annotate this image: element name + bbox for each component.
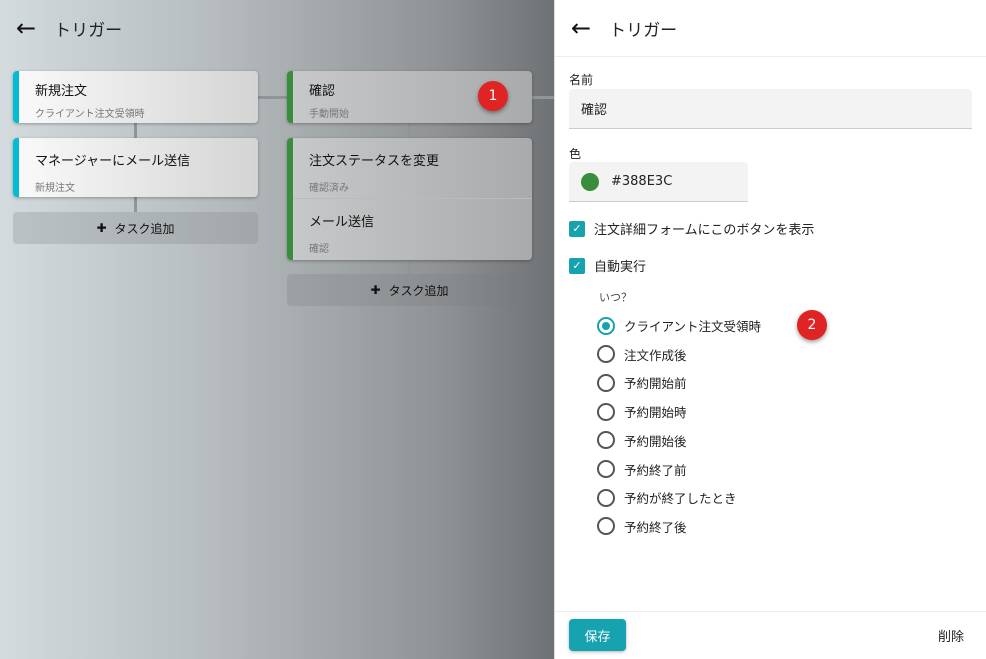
delete-button[interactable]: 削除 [938,626,964,645]
card-title: メール送信 [309,215,375,230]
panel-header: ← トリガー [555,0,677,56]
radio-empty-icon [597,345,615,364]
card-title: 新規注文 [35,84,88,99]
panel-title: トリガー [609,20,678,41]
radio-label: 予約終了前 [624,462,687,478]
radio-selected-icon [597,316,615,335]
color-value: #388E3C [611,174,673,189]
radio-label: 予約終了後 [624,519,687,535]
connector [258,96,288,99]
back-arrow-icon[interactable]: ← [16,14,36,42]
radio-label: 予約が終了したとき [624,491,737,507]
checkbox-label: 自動実行 [594,260,647,275]
card-title: 注文ステータスを変更 [309,154,440,169]
task-card[interactable]: マネージャーにメール送信新規注文 [13,138,258,197]
task-card-group: 注文ステータスを変更確認済み メール送信確認 [287,138,532,260]
card-subtitle: クライアント注文受領時 [35,109,145,120]
when-option-radio[interactable]: 予約終了前 [597,460,687,479]
color-bar [13,71,19,123]
back-arrow-icon[interactable]: ← [571,14,591,42]
radio-label: 予約開始後 [624,433,687,449]
step-badge: 2 [797,310,827,340]
when-option-radio[interactable]: 予約開始時 [597,402,687,421]
step-badge: 1 [478,81,508,111]
card-title: マネージャーにメール送信 [35,154,191,169]
card-subtitle: 確認済み [309,183,349,194]
checkbox-checked-icon: ✓ [569,257,585,274]
when-option-radio[interactable]: 予約が終了したとき [597,488,737,507]
add-task-button[interactable]: ✚ タスク追加 [287,274,532,306]
when-option-radio[interactable]: クライアント注文受領時 [597,316,761,335]
color-bar [287,71,293,123]
color-label: 色 [569,147,582,161]
name-label: 名前 [569,73,594,87]
plus-icon: ✚ [370,283,381,297]
when-option-radio[interactable]: 予約開始前 [597,373,687,392]
add-task-label: タスク追加 [114,221,175,236]
when-label: いつ？ [599,291,632,304]
name-input[interactable]: 確認 [569,89,972,129]
show-button-checkbox[interactable]: ✓ 注文詳細フォームにこのボタンを表示 [569,219,814,238]
radio-label: 注文作成後 [624,347,687,363]
color-bar [13,138,19,197]
when-option-radio[interactable]: 予約開始後 [597,431,687,450]
connector [532,96,554,99]
add-task-label: タスク追加 [388,283,449,298]
radio-label: 予約開始前 [624,376,687,392]
board-header: ← トリガー [0,0,122,56]
page-title: トリガー [54,20,123,41]
auto-run-checkbox[interactable]: ✓ 自動実行 [569,256,646,275]
checkbox-label: 注文詳細フォームにこのボタンを表示 [594,223,815,238]
radio-label: クライアント注文受領時 [624,319,762,334]
radio-label: 予約開始時 [624,405,687,421]
card-subtitle: 確認 [309,244,329,255]
card-subtitle: 新規注文 [35,183,75,194]
trigger-board: ← トリガー 新規注文 クライアント注文受領時 マネージャーにメール送信 新規注文 … [0,0,554,659]
radio-empty-icon [597,431,615,450]
when-option-radio[interactable]: 注文作成後 [597,345,687,364]
when-option-radio[interactable]: 予約終了後 [597,517,687,536]
save-button[interactable]: 保存 [569,619,626,651]
checkbox-checked-icon: ✓ [569,220,585,237]
trigger-card-new-order[interactable]: 新規注文クライアント注文受領時 [13,71,258,123]
trigger-edit-panel: ← トリガー 名前 確認 色 #388E3C ✓ 注文詳細フォームにこのボタンを表… [554,0,986,659]
plus-icon: ✚ [96,221,107,235]
radio-empty-icon [597,460,615,478]
color-swatch-icon [581,172,599,191]
radio-empty-icon [597,488,615,507]
add-task-button[interactable]: ✚ タスク追加 [13,212,258,244]
task-card[interactable]: メール送信 確認 [287,199,532,260]
task-card[interactable]: 注文ステータスを変更確認済み [287,138,532,199]
radio-empty-icon [597,517,615,536]
radio-empty-icon [597,402,615,421]
color-bar [287,138,293,260]
radio-empty-icon [597,373,615,392]
color-picker[interactable]: #388E3C [569,162,748,202]
